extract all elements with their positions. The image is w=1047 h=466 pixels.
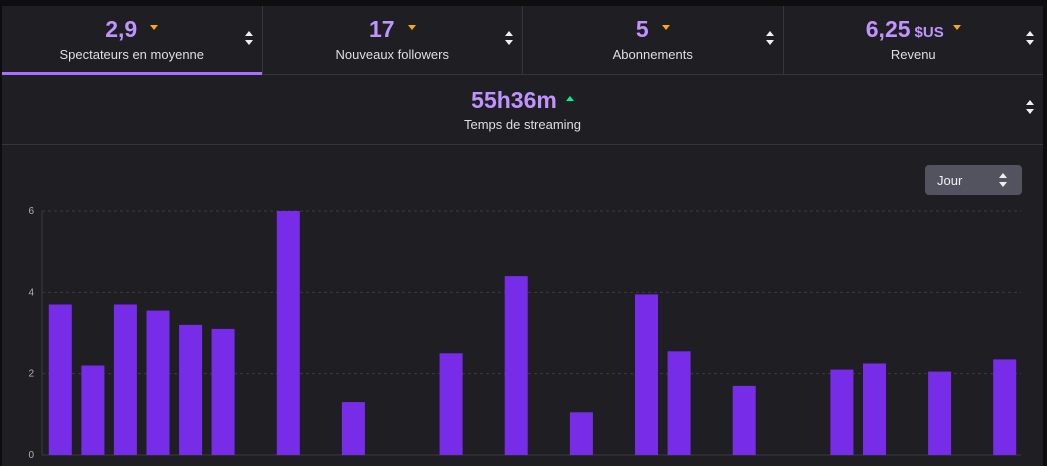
bar-chart: 0 2 4 6 xyxy=(28,206,1021,461)
chart-bar[interactable] xyxy=(113,304,137,456)
chart-bar[interactable] xyxy=(569,412,593,455)
chart-bar[interactable] xyxy=(341,402,365,455)
chart-bar[interactable] xyxy=(635,294,658,455)
chart-bar[interactable] xyxy=(732,385,756,455)
y-tick-label: 0 xyxy=(28,450,34,461)
chart-bar[interactable] xyxy=(211,328,235,455)
chart-bar[interactable] xyxy=(928,371,952,455)
y-tick-label: 2 xyxy=(28,369,34,380)
chart-bar[interactable] xyxy=(81,365,105,456)
chart-bar[interactable] xyxy=(48,304,72,456)
chart-bar[interactable] xyxy=(179,324,203,455)
chart-bar[interactable] xyxy=(146,310,170,455)
chart-bar[interactable] xyxy=(276,211,300,455)
chart-bar[interactable] xyxy=(439,353,463,455)
chart-bar[interactable] xyxy=(863,363,886,456)
chart-bar[interactable] xyxy=(504,276,528,455)
y-tick-label: 6 xyxy=(28,206,34,217)
y-tick-label: 4 xyxy=(28,287,34,298)
analytics-panel: 2,9 Spectateurs en moyenne 17 Nouveaux f… xyxy=(2,6,1043,466)
chart-bar[interactable] xyxy=(993,359,1017,455)
chart-bar[interactable] xyxy=(830,369,854,455)
chart-bar[interactable] xyxy=(667,351,691,455)
